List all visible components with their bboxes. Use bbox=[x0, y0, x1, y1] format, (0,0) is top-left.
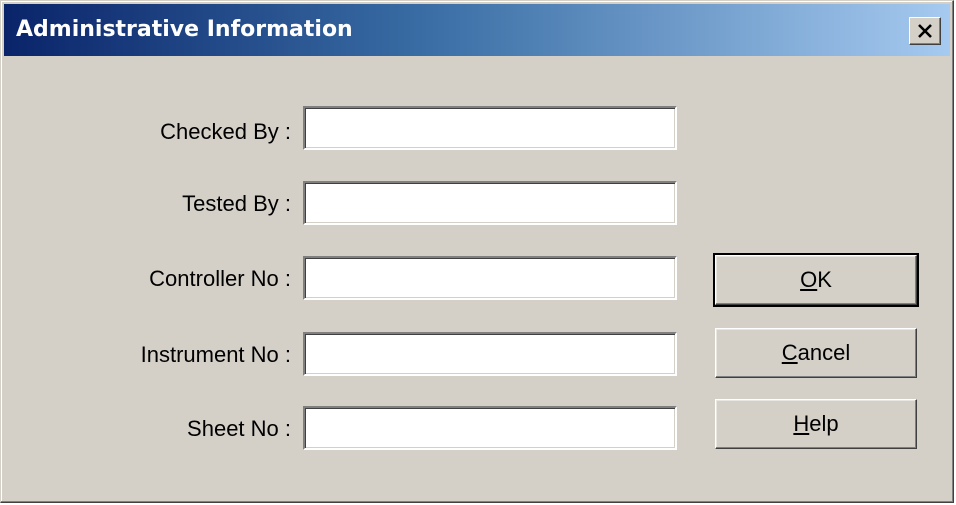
title-bar[interactable]: Administrative Information bbox=[4, 4, 950, 56]
tested-by-field[interactable] bbox=[303, 181, 677, 225]
cancel-mnemonic: C bbox=[781, 340, 798, 365]
controller-no-field[interactable] bbox=[303, 256, 677, 300]
checked-by-label: Checked By : bbox=[160, 119, 291, 144]
help-button[interactable]: Help bbox=[715, 399, 917, 449]
cancel-button[interactable]: Cancel bbox=[715, 328, 917, 378]
instrument-no-label: Instrument No : bbox=[140, 342, 291, 367]
help-mnemonic: H bbox=[793, 411, 810, 436]
tested-by-label: Tested By : bbox=[182, 191, 291, 216]
instrument-no-field[interactable] bbox=[303, 332, 677, 376]
close-icon bbox=[918, 24, 932, 38]
checked-by-field[interactable] bbox=[303, 106, 677, 150]
ok-label-rest: K bbox=[817, 267, 832, 292]
ok-button[interactable]: OK bbox=[713, 253, 919, 307]
ok-mnemonic: O bbox=[800, 267, 818, 292]
controller-no-label: Controller No : bbox=[149, 266, 291, 291]
sheet-no-label: Sheet No : bbox=[187, 416, 291, 441]
administrative-information-dialog: Administrative Information Checked By : … bbox=[0, 0, 954, 503]
close-button[interactable] bbox=[909, 17, 941, 45]
sheet-no-field[interactable] bbox=[303, 406, 677, 450]
help-label-rest: elp bbox=[809, 411, 839, 436]
cancel-label-rest: ancel bbox=[797, 340, 851, 365]
dialog-title: Administrative Information bbox=[16, 17, 353, 42]
